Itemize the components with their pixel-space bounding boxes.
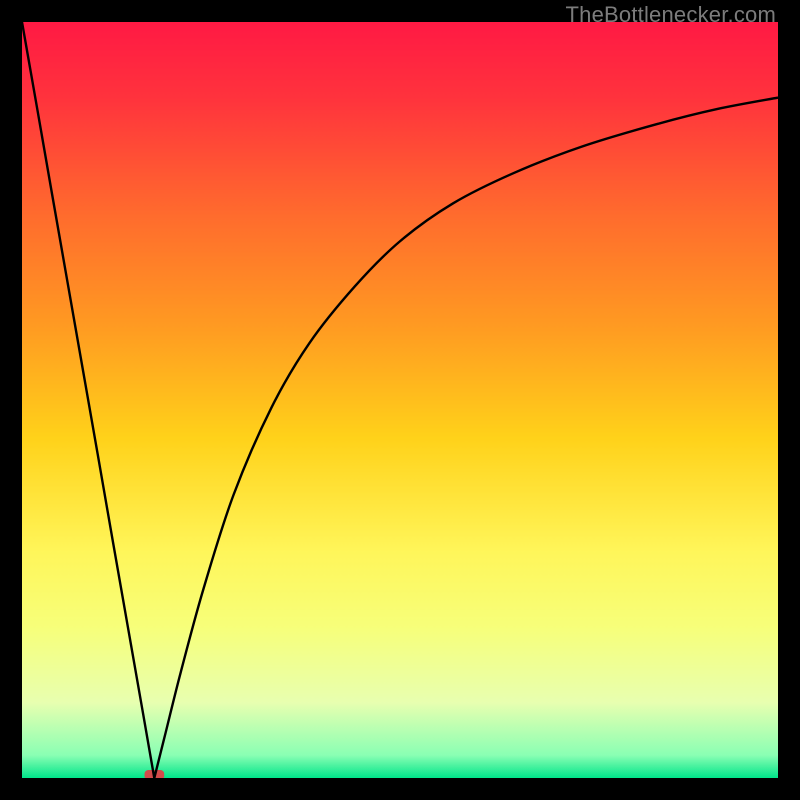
watermark-text: TheBottlenecker.com <box>566 2 776 28</box>
chart-plot <box>22 22 778 778</box>
bottleneck-curve <box>22 22 778 778</box>
chart-frame <box>22 22 778 778</box>
